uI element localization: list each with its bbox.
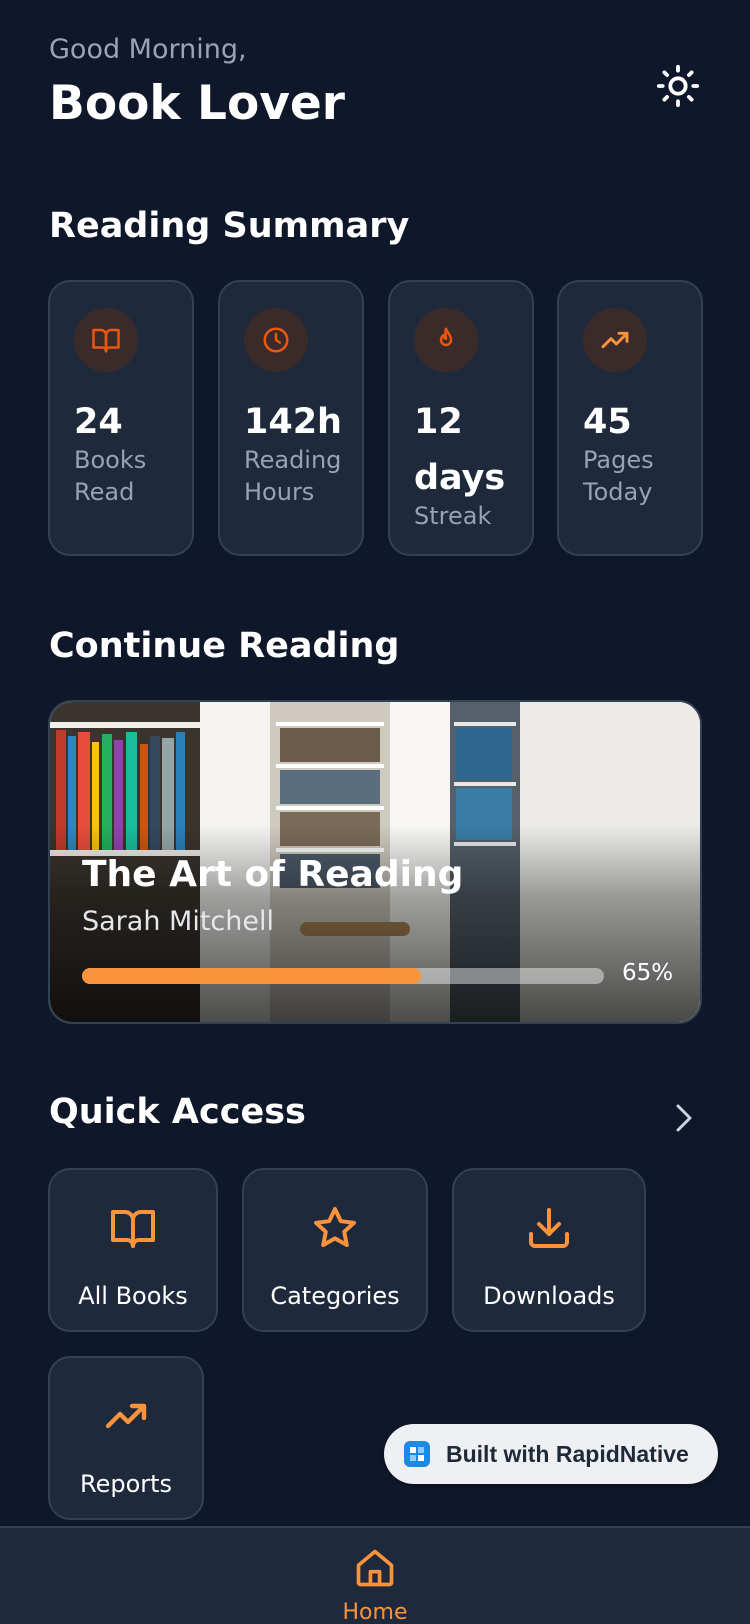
quick-access-categories[interactable]: Categories — [242, 1168, 428, 1332]
nav-item-home[interactable]: Home — [325, 1528, 425, 1624]
book-author: Sarah Mitchell — [82, 906, 274, 937]
stat-card-books-read[interactable]: 24 Books Read — [48, 280, 194, 556]
quick-access-reports[interactable]: Reports — [48, 1356, 204, 1520]
stat-label: Pages Today — [583, 446, 654, 506]
quick-access-label: All Books — [78, 1282, 188, 1310]
stat-label: Reading Hours — [244, 446, 342, 506]
quick-access-label: Reports — [79, 1470, 173, 1498]
star-icon — [314, 1207, 356, 1247]
greeting-text: Good Morning, — [49, 34, 247, 65]
progress-fill — [82, 968, 422, 984]
progress-percent: 65% — [622, 960, 674, 986]
clock-icon — [263, 327, 289, 353]
progress-bar — [82, 968, 604, 984]
chevron-right-icon — [676, 1104, 692, 1132]
quick-access-all-books[interactable]: All Books — [48, 1168, 218, 1332]
stat-card-pages-today[interactable]: 45 Pages Today — [557, 280, 703, 556]
quick-access-label: Categories — [270, 1282, 400, 1310]
home-icon — [356, 1549, 394, 1587]
quick-access-title: Quick Access — [49, 1092, 306, 1132]
flame-icon — [439, 327, 453, 347]
book-open-icon — [111, 1210, 155, 1248]
quick-access-downloads[interactable]: Downloads — [452, 1168, 646, 1332]
stat-value: 142h — [244, 402, 342, 442]
stat-value: 24 — [74, 402, 123, 442]
trending-up-icon — [105, 1403, 147, 1429]
badge-text: Built with RapidNative — [446, 1440, 689, 1467]
nav-home-label: Home — [342, 1600, 408, 1624]
download-icon — [529, 1208, 569, 1248]
bottom-navigation: Home — [0, 1526, 750, 1624]
stat-card-reading-hours[interactable]: 142h Reading Hours — [218, 280, 364, 556]
stat-label: Books Read — [74, 446, 147, 506]
book-open-icon — [92, 328, 120, 353]
trending-up-icon — [601, 331, 629, 349]
continue-reading-title: Continue Reading — [49, 626, 400, 666]
reading-summary-title: Reading Summary — [49, 206, 410, 246]
stat-value: 45 — [583, 402, 632, 442]
theme-toggle-button[interactable] — [650, 58, 706, 114]
stat-value: 12 days — [414, 402, 506, 498]
username-heading: Book Lover — [49, 76, 345, 131]
continue-reading-card[interactable]: The Art of Reading Sarah Mitchell 65% — [48, 700, 702, 1024]
built-with-badge[interactable]: Built with RapidNative — [384, 1424, 718, 1484]
quick-access-see-all-button[interactable] — [668, 1098, 700, 1138]
stat-label: Streak — [414, 502, 492, 530]
sun-icon — [656, 64, 700, 108]
rapidnative-logo-icon — [404, 1441, 430, 1467]
stat-card-streak[interactable]: 12 days Streak — [388, 280, 534, 556]
book-title: The Art of Reading — [82, 854, 464, 895]
quick-access-label: Downloads — [483, 1282, 615, 1310]
